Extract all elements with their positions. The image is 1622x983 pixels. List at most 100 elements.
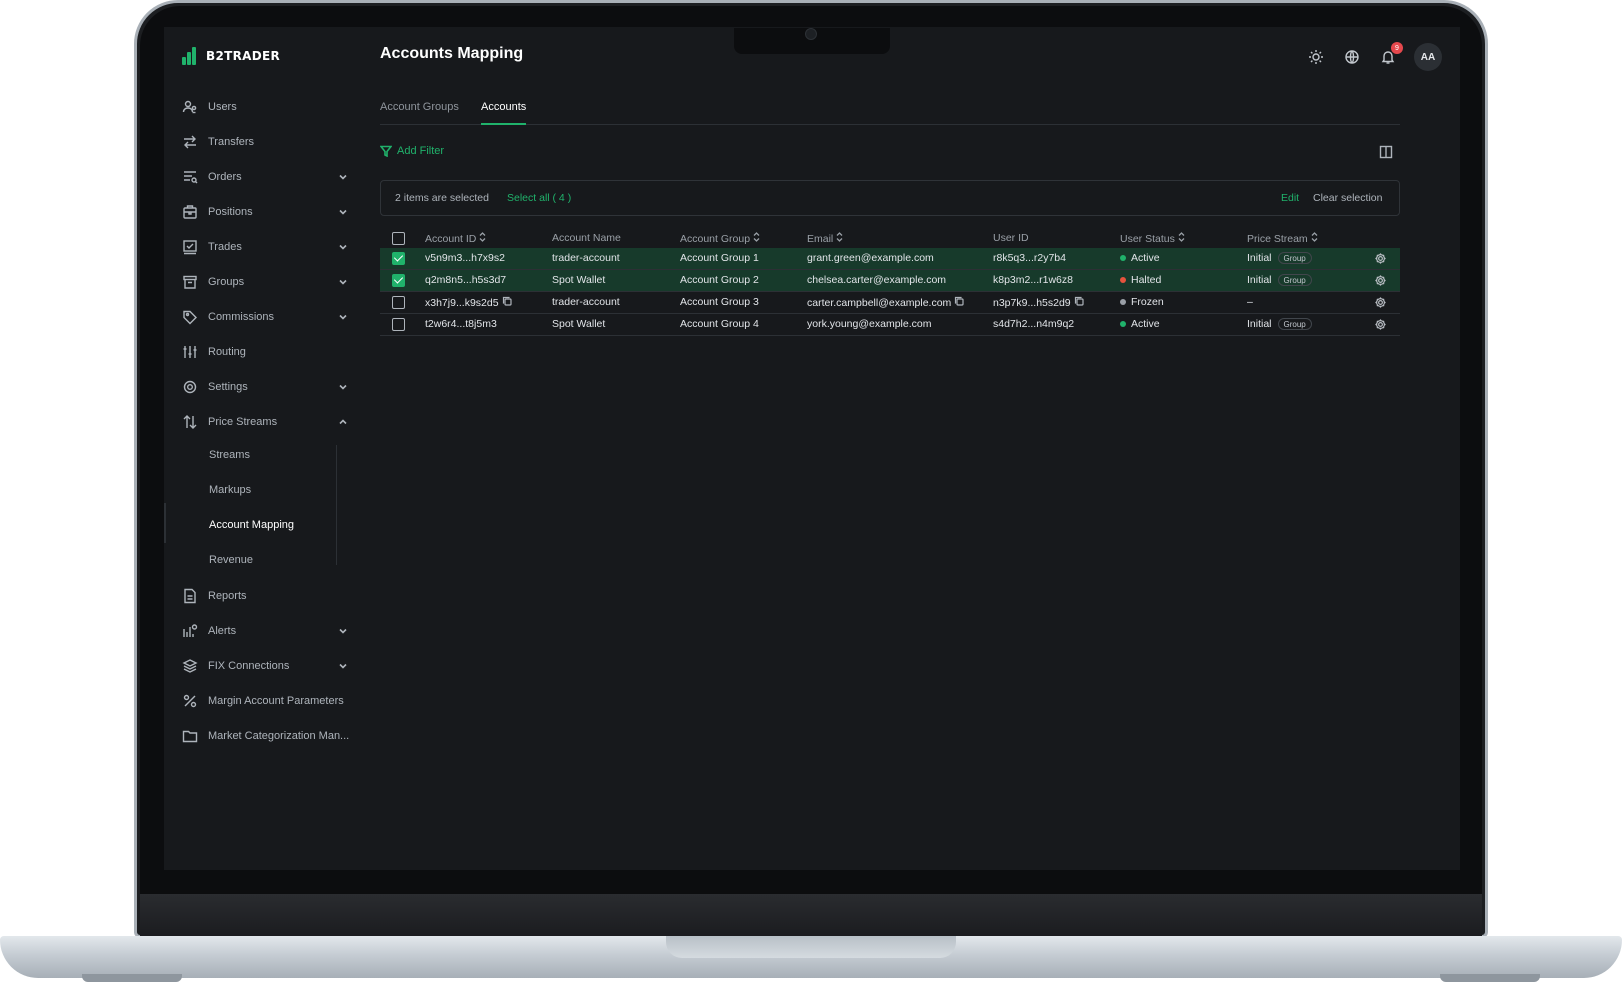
row-settings-button[interactable] <box>1374 252 1387 265</box>
price-stream-label: Initial <box>1247 252 1272 264</box>
table-row[interactable]: x3h7j9...k9s2d5 trader-account Account G… <box>380 292 1400 314</box>
sidebar-item-reports[interactable]: Reports <box>182 584 352 608</box>
chevron-down-icon <box>338 207 348 217</box>
column-header-email[interactable]: Email <box>807 232 843 245</box>
price-stream-label: Initial <box>1247 318 1272 330</box>
avatar[interactable]: AA <box>1414 43 1442 71</box>
account-group-cell: Account Group 4 <box>680 318 759 330</box>
select-all-link[interactable]: Select all ( 4 ) <box>507 192 571 204</box>
laptop-foot-right <box>1440 974 1540 982</box>
sidebar-item-alerts[interactable]: Alerts <box>182 619 352 643</box>
copy-icon[interactable] <box>1074 296 1084 309</box>
column-header-user-status[interactable]: User Status <box>1120 232 1185 245</box>
column-header-account-id[interactable]: Account ID <box>425 232 486 245</box>
sort-icon <box>479 232 486 245</box>
theme-toggle-button[interactable] <box>1306 47 1326 67</box>
row-settings-button[interactable] <box>1374 274 1387 287</box>
checkbox-chart-icon <box>182 239 198 255</box>
language-button[interactable] <box>1342 47 1362 67</box>
user-status-cell: Halted <box>1120 274 1161 286</box>
status-dot <box>1120 299 1126 305</box>
email-cell: chelsea.carter@example.com <box>807 274 947 286</box>
sidebar-item-label: Market Categorization Man... <box>208 730 350 742</box>
select-all-checkbox[interactable] <box>392 232 405 245</box>
column-label: User ID <box>993 232 1029 244</box>
sidebar-subitem-account-mapping[interactable]: Account Mapping <box>209 515 294 535</box>
gear-icon <box>182 379 198 395</box>
row-checkbox[interactable] <box>392 296 405 309</box>
row-checkbox[interactable] <box>392 318 405 331</box>
table-row[interactable]: q2m8n5...h5s3d7 Spot Wallet Account Grou… <box>380 270 1400 292</box>
account-id-cell: q2m8n5...h5s3d7 <box>425 274 507 286</box>
tab-accounts[interactable]: Accounts <box>481 101 527 125</box>
sidebar-item-fix-connections[interactable]: FIX Connections <box>182 654 352 678</box>
column-header-price-stream[interactable]: Price Stream <box>1247 232 1318 245</box>
sidebar-subitem-revenue[interactable]: Revenue <box>209 550 253 570</box>
sidebar-item-transfers[interactable]: Transfers <box>182 130 352 154</box>
tab-account-groups[interactable]: Account Groups <box>380 101 459 125</box>
row-checkbox[interactable] <box>392 252 405 265</box>
laptop-opening-notch <box>666 936 956 958</box>
row-settings-button[interactable] <box>1374 318 1387 331</box>
sidebar: B2TRADER Users Transfers Orders Position… <box>164 27 364 870</box>
account-id-value: x3h7j9...k9s2d5 <box>425 296 499 309</box>
archive-box-icon <box>182 274 198 290</box>
sidebar-item-market-categorization[interactable]: Market Categorization Man... <box>182 724 352 748</box>
copy-icon[interactable] <box>954 296 964 309</box>
account-name-cell: Spot Wallet <box>552 274 606 286</box>
price-stream-cell: – <box>1247 296 1253 308</box>
user-id-cell: k8p3m2...r1w6z8 <box>993 274 1073 286</box>
row-settings-button[interactable] <box>1374 296 1387 309</box>
account-id-cell: t2w6r4...t8j5m3 <box>425 318 497 330</box>
status-label: Frozen <box>1131 296 1164 308</box>
chevron-down-icon <box>338 277 348 287</box>
account-id-cell: v5n9m3...h7x9s2 <box>425 252 505 264</box>
email-cell: york.young@example.com <box>807 318 932 330</box>
column-header-account-group[interactable]: Account Group <box>680 232 760 245</box>
user-status-cell: Active <box>1120 318 1160 330</box>
column-header-account-name: Account Name <box>552 232 621 244</box>
selection-count: 2 items are selected <box>395 192 489 204</box>
sidebar-item-label: Price Streams <box>208 416 278 428</box>
table-row[interactable]: v5n9m3...h7x9s2 trader-account Account G… <box>380 248 1400 270</box>
sidebar-item-label: Alerts <box>208 625 237 637</box>
status-label: Active <box>1131 252 1160 264</box>
sidebar-item-price-streams[interactable]: Price Streams <box>182 410 352 434</box>
account-group-cell: Account Group 1 <box>680 252 759 264</box>
clear-selection-button[interactable]: Clear selection <box>1313 192 1382 204</box>
sun-icon <box>1309 50 1323 64</box>
logo[interactable]: B2TRADER <box>182 47 280 65</box>
columns-toggle-button[interactable] <box>1379 145 1393 159</box>
logo-icon <box>182 47 200 65</box>
chevron-down-icon <box>338 242 348 252</box>
sidebar-item-trades[interactable]: Trades <box>182 235 352 259</box>
table-row[interactable]: t2w6r4...t8j5m3 Spot Wallet Account Grou… <box>380 314 1400 336</box>
column-label: Account ID <box>425 232 477 245</box>
sidebar-subitem-markups[interactable]: Markups <box>209 480 251 500</box>
add-filter-button[interactable]: Add Filter <box>380 145 444 157</box>
sidebar-item-positions[interactable]: Positions <box>182 200 352 224</box>
edit-button[interactable]: Edit <box>1281 192 1299 204</box>
laptop-foot-left <box>82 974 182 982</box>
sidebar-item-margin-account-parameters[interactable]: Margin Account Parameters <box>182 689 352 713</box>
sidebar-item-settings[interactable]: Settings <box>182 375 352 399</box>
sidebar-item-routing[interactable]: Routing <box>182 340 352 364</box>
sidebar-item-orders[interactable]: Orders <box>182 165 352 189</box>
copy-icon[interactable] <box>502 296 512 309</box>
notification-badge: 9 <box>1391 42 1403 54</box>
sidebar-item-groups[interactable]: Groups <box>182 270 352 294</box>
sidebar-item-users[interactable]: Users <box>182 95 352 119</box>
column-label: Price Stream <box>1247 232 1308 245</box>
group-tag: Group <box>1277 274 1312 286</box>
status-label: Halted <box>1131 274 1162 286</box>
row-checkbox[interactable] <box>392 274 405 287</box>
notifications-button[interactable]: 9 <box>1378 42 1403 67</box>
sidebar-item-commissions[interactable]: Commissions <box>182 305 352 329</box>
table-header: Account ID Account Name Account Group Em… <box>380 230 1400 248</box>
status-dot <box>1120 255 1126 261</box>
users-icon <box>182 99 198 115</box>
sidebar-subitem-streams[interactable]: Streams <box>209 445 250 465</box>
sidebar-item-label: Transfers <box>208 136 255 148</box>
gear-icon <box>1375 297 1386 308</box>
sidebar-item-label: Reports <box>208 590 247 602</box>
